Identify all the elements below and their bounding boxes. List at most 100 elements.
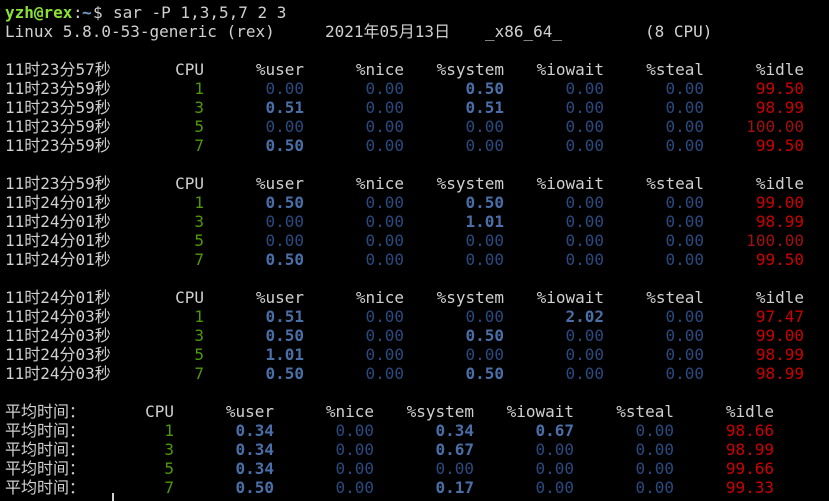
- value-system: 0.51: [465, 98, 504, 117]
- value-idle: 98.99: [755, 98, 804, 117]
- value-system: 0.50: [465, 193, 504, 212]
- row-time: 11时24分03秒: [5, 307, 111, 326]
- value-user: 0.50: [265, 250, 304, 269]
- value-nice: 0.00: [365, 250, 404, 269]
- value-iowait: 0.00: [565, 326, 604, 345]
- value-system: 0.50: [465, 79, 504, 98]
- cpu-id: 3: [194, 98, 204, 117]
- value-idle: 100.00: [746, 231, 804, 250]
- value-system: 0.50: [465, 326, 504, 345]
- column-header-cpu: CPU: [175, 174, 204, 193]
- cpu-id: 3: [194, 212, 204, 231]
- cpu-id: 3: [194, 326, 204, 345]
- column-header-iowait: %iowait: [536, 60, 604, 79]
- text-cursor: [112, 493, 114, 501]
- row-time: 11时24分03秒: [5, 364, 111, 383]
- header-time: 11时23分57秒: [5, 60, 111, 79]
- value-nice: 0.00: [335, 440, 374, 459]
- column-header-system: %system: [436, 60, 504, 79]
- average-column-header-steal: %steal: [616, 402, 674, 421]
- cpu-id: 5: [194, 345, 204, 364]
- sysinfo-date: 2021年05月13日: [325, 22, 451, 41]
- header-time: 11时23分59秒: [5, 174, 111, 193]
- header-row: 11时24分01秒 CPU %user %nice %system %iowait %ste…: [0, 288, 829, 307]
- average-label: 平均时间：: [5, 421, 86, 440]
- sysinfo-kernel: Linux 5.8.0-53-generic (rex): [5, 22, 275, 41]
- value-idle: 99.50: [755, 136, 804, 155]
- value-nice: 0.00: [335, 421, 374, 440]
- data-row: 11时24分01秒 5 0.00 0.00 0.00 0.00 0.00 100.00: [0, 231, 829, 250]
- value-iowait: 0.00: [565, 136, 604, 155]
- prompt-symbol: $: [93, 3, 103, 22]
- cpu-id: 5: [164, 459, 174, 478]
- column-header-user: %user: [255, 288, 304, 307]
- average-header-row: 平均时间： CPU %user %nice %system %iowait %steal %i…: [0, 402, 829, 421]
- value-user: 0.00: [265, 231, 304, 250]
- column-header-nice: %nice: [355, 288, 404, 307]
- row-time: 11时23分59秒: [5, 98, 111, 117]
- cpu-id: 1: [194, 307, 204, 326]
- prompt-line: yzh@rex : ~ $ sar -P 1,3,5,7 2 3: [0, 3, 829, 22]
- value-nice: 0.00: [365, 117, 404, 136]
- average-label: 平均时间：: [5, 478, 86, 497]
- cpu-id: 1: [194, 193, 204, 212]
- average-column-header-nice: %nice: [325, 402, 374, 421]
- value-idle: 98.99: [755, 364, 804, 383]
- row-time: 11时24分01秒: [5, 193, 111, 212]
- column-header-nice: %nice: [355, 60, 404, 79]
- value-idle: 98.99: [755, 345, 804, 364]
- data-row: 11时23分59秒 7 0.50 0.00 0.00 0.00 0.00 99.50: [0, 136, 829, 155]
- value-idle: 98.66: [725, 421, 774, 440]
- column-header-user: %user: [255, 60, 304, 79]
- value-user: 0.51: [265, 98, 304, 117]
- value-iowait: 0.00: [565, 98, 604, 117]
- value-nice: 0.00: [365, 326, 404, 345]
- value-steal: 0.00: [665, 326, 704, 345]
- prompt-user-host: yzh@rex: [5, 3, 73, 22]
- value-idle: 97.47: [755, 307, 804, 326]
- average-column-header-cpu: CPU: [145, 402, 174, 421]
- value-nice: 0.00: [365, 345, 404, 364]
- average-column-header-idle: %idle: [725, 402, 774, 421]
- value-nice: 0.00: [365, 136, 404, 155]
- value-user: 0.00: [265, 212, 304, 231]
- value-system: 0.00: [465, 117, 504, 136]
- value-user: 1.01: [265, 345, 304, 364]
- value-steal: 0.00: [665, 98, 704, 117]
- value-steal: 0.00: [665, 212, 704, 231]
- row-time: 11时24分01秒: [5, 212, 111, 231]
- value-iowait: 0.00: [535, 459, 574, 478]
- data-row: 11时23分59秒 3 0.51 0.00 0.51 0.00 0.00 98.99: [0, 98, 829, 117]
- column-header-steal: %steal: [646, 174, 704, 193]
- column-header-user: %user: [255, 174, 304, 193]
- data-row: 11时24分03秒 3 0.50 0.00 0.50 0.00 0.00 99.00: [0, 326, 829, 345]
- cpu-id: 7: [194, 136, 204, 155]
- value-iowait: 0.00: [565, 212, 604, 231]
- row-time: 11时23分59秒: [5, 136, 111, 155]
- value-system: 0.34: [435, 421, 474, 440]
- average-row: 平均时间： 1 0.34 0.00 0.34 0.67 0.00 98.66: [0, 421, 829, 440]
- value-steal: 0.00: [665, 364, 704, 383]
- value-iowait: 0.00: [535, 440, 574, 459]
- value-idle: 98.99: [725, 440, 774, 459]
- column-header-idle: %idle: [755, 174, 804, 193]
- column-header-system: %system: [436, 174, 504, 193]
- value-system: 0.00: [435, 459, 474, 478]
- value-user: 0.34: [235, 459, 274, 478]
- column-header-nice: %nice: [355, 174, 404, 193]
- cpu-id: 5: [194, 117, 204, 136]
- value-system: 0.00: [465, 250, 504, 269]
- value-nice: 0.00: [365, 307, 404, 326]
- value-iowait: 0.67: [535, 421, 574, 440]
- value-nice: 0.00: [365, 364, 404, 383]
- terminal-window[interactable]: yzh@rex : ~ $ sar -P 1,3,5,7 2 3 Linux 5…: [0, 0, 829, 501]
- column-header-steal: %steal: [646, 60, 704, 79]
- value-system: 0.67: [435, 440, 474, 459]
- data-row: 11时24分01秒 3 0.00 0.00 1.01 0.00 0.00 98.99: [0, 212, 829, 231]
- value-nice: 0.00: [335, 478, 374, 497]
- value-iowait: 0.00: [565, 79, 604, 98]
- column-header-idle: %idle: [755, 60, 804, 79]
- value-system: 0.00: [465, 307, 504, 326]
- column-header-system: %system: [436, 288, 504, 307]
- value-iowait: 2.02: [565, 307, 604, 326]
